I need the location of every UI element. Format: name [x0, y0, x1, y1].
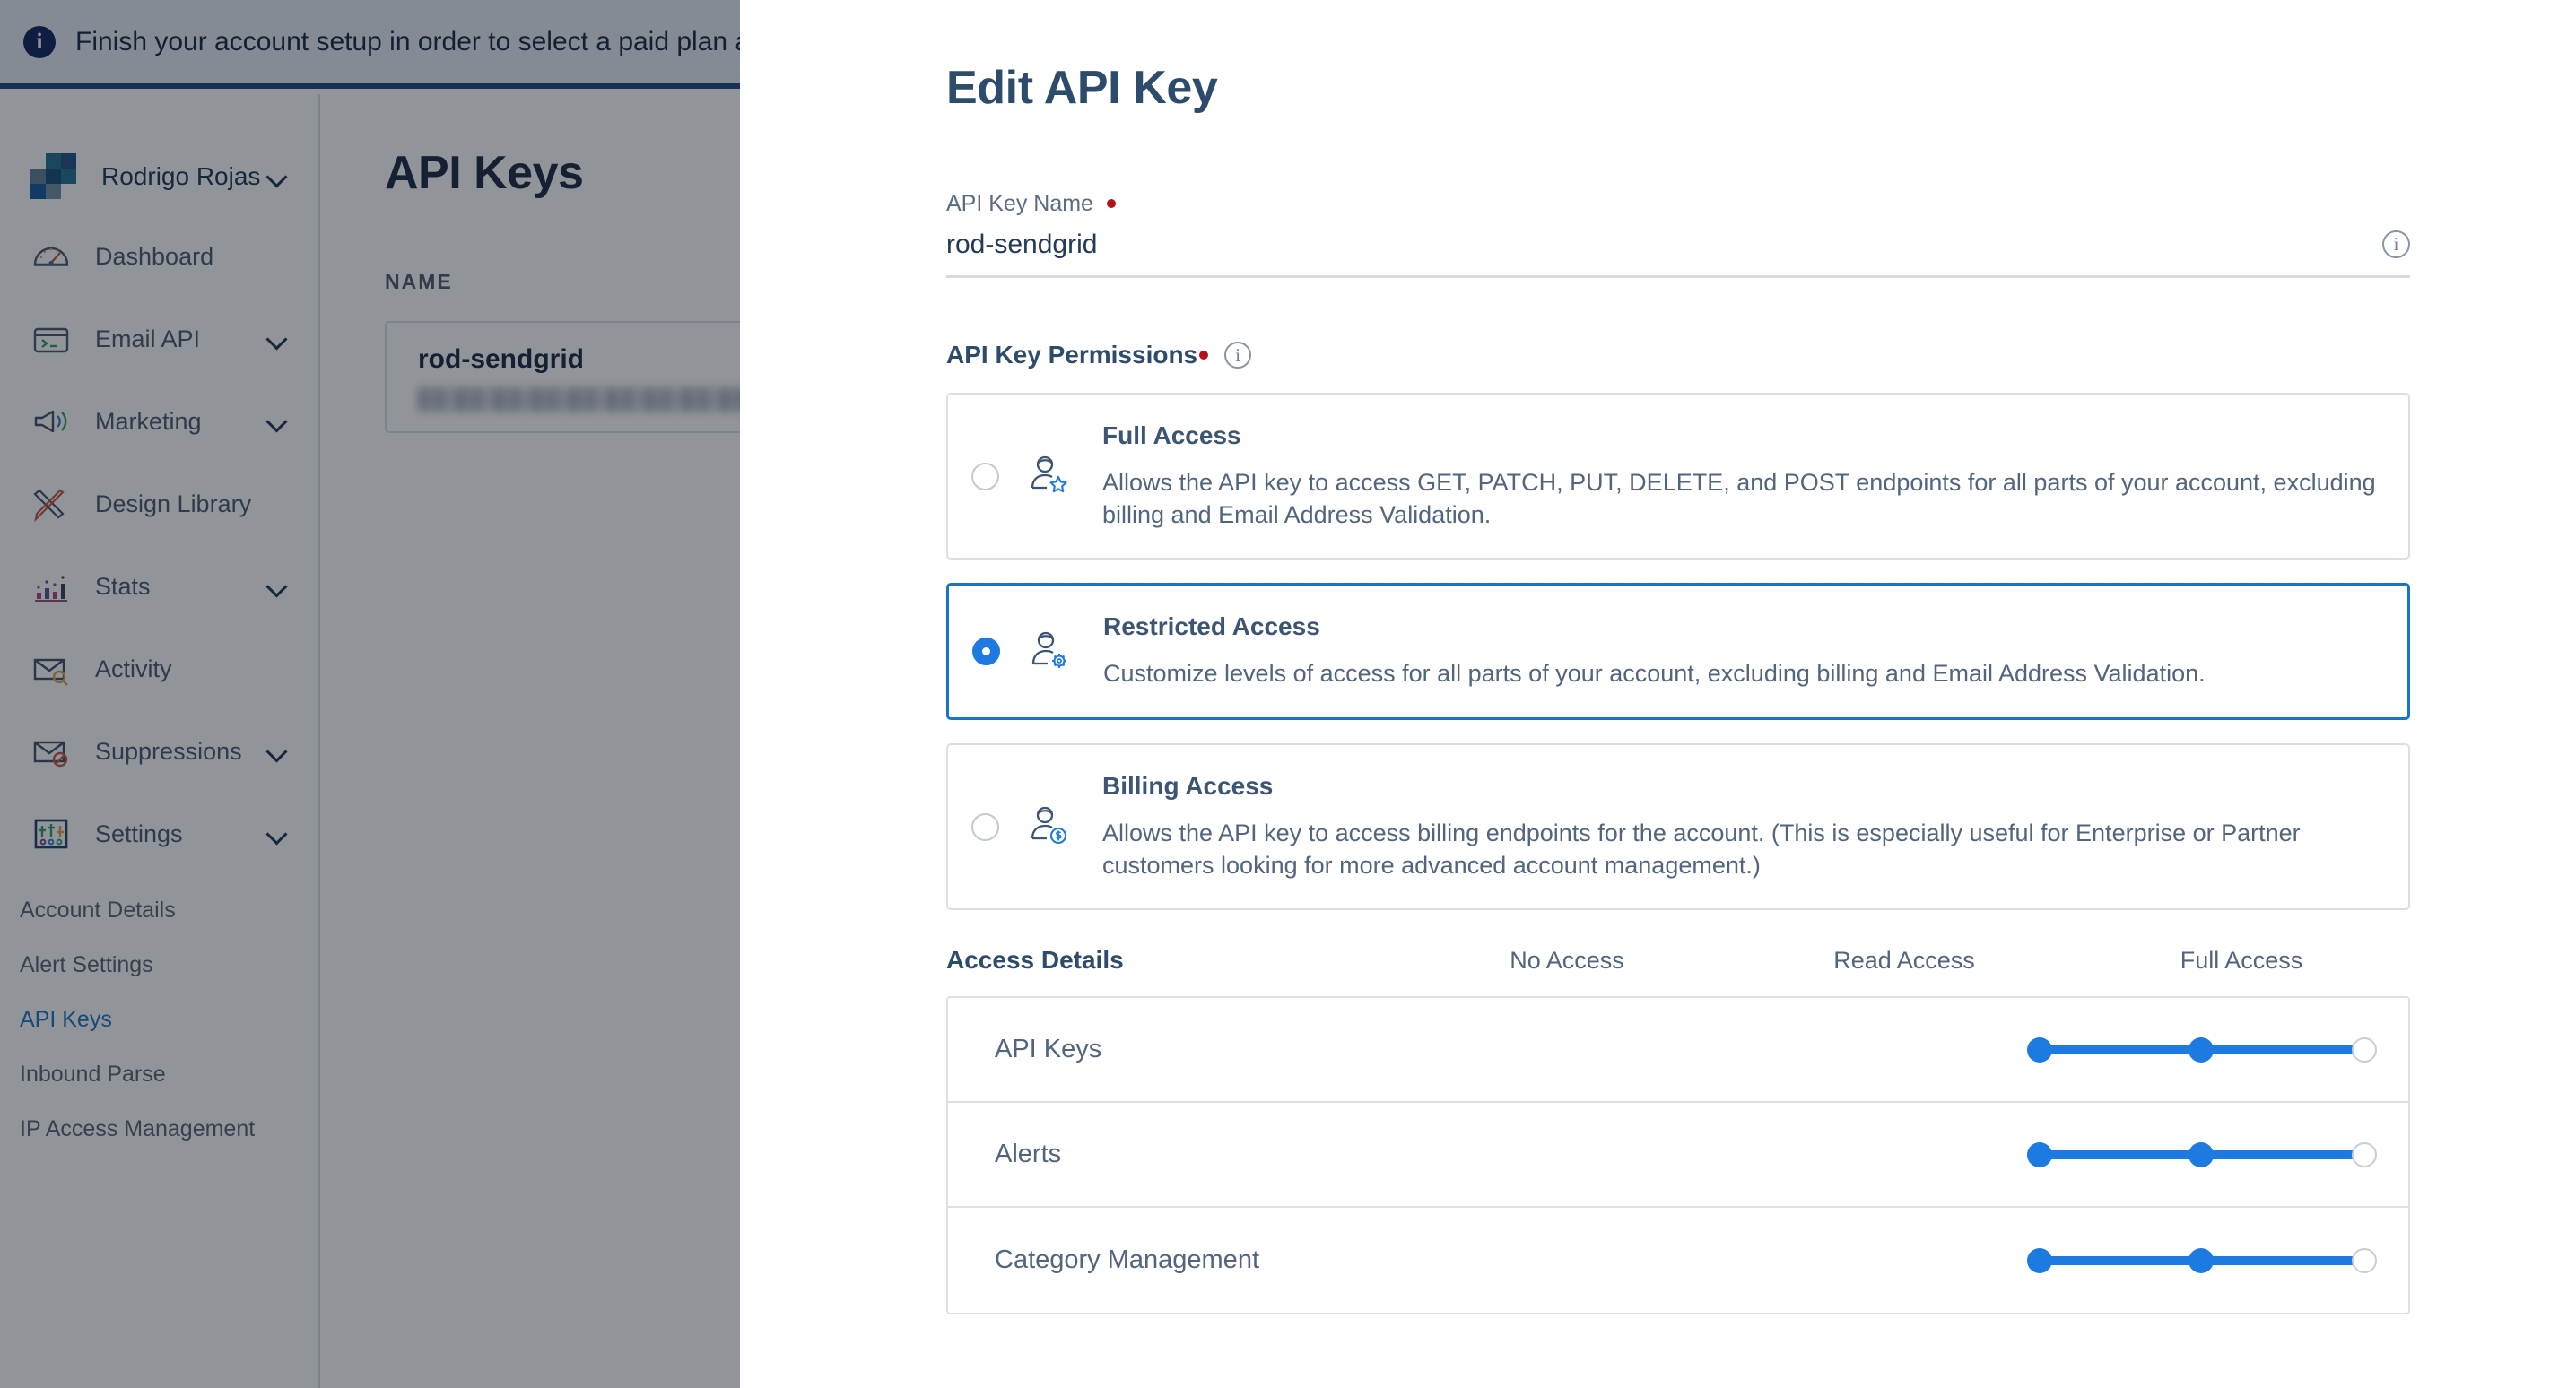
- access-slider-category-management[interactable]: [2027, 1245, 2377, 1276]
- slider-tick-full-access[interactable]: [2352, 1037, 2377, 1063]
- required-dot-icon: [1106, 199, 1116, 208]
- permission-description: Allows the API key to access GET, PATCH,…: [1102, 469, 2376, 528]
- api-key-permissions-header: API Key Permissions i: [946, 341, 2410, 369]
- slider-tick-no-access[interactable]: [2027, 1247, 2052, 1273]
- access-slider-alerts[interactable]: [2027, 1140, 2377, 1170]
- permission-title: Restricted Access: [1103, 612, 1320, 641]
- table-row[interactable]: Category Management: [948, 1208, 2408, 1313]
- person-dollar-icon: [1024, 802, 1073, 851]
- slider-tick-full-access[interactable]: [2352, 1141, 2377, 1167]
- api-key-name-field-group: API Key Name rod-sendgrid i: [946, 191, 2410, 278]
- permission-option-full-access[interactable]: Full Access Allows the API key to access…: [946, 393, 2410, 560]
- table-row[interactable]: Alerts: [948, 1103, 2408, 1209]
- permission-title: Full Access: [1102, 421, 1241, 449]
- access-slider-api-keys[interactable]: [2027, 1035, 2377, 1065]
- column-read-access: Read Access: [1833, 947, 1975, 975]
- modal-title: Edit API Key: [946, 62, 1218, 114]
- api-key-name-label: API Key Name: [946, 191, 2410, 217]
- slider-tick-no-access[interactable]: [2027, 1037, 2052, 1063]
- api-key-name-input[interactable]: rod-sendgrid: [946, 230, 2410, 278]
- edit-api-key-modal: Edit API Key API Key Name rod-sendgrid i…: [740, 0, 2576, 1388]
- permission-text-restricted-access: Restricted Access Customize levels of ac…: [1103, 612, 2206, 690]
- modal-backdrop[interactable]: [0, 0, 740, 1388]
- slider-tick-full-access[interactable]: [2352, 1247, 2377, 1273]
- access-details-table: API Keys Alerts Category Management: [946, 996, 2410, 1315]
- person-gear-icon: [1025, 628, 1074, 676]
- permission-description: Customize levels of access for all parts…: [1103, 660, 2206, 688]
- access-details-columns: No Access Read Access Full Access: [1398, 947, 2410, 975]
- slider-thumb-read-access[interactable]: [2189, 1037, 2214, 1063]
- table-row[interactable]: API Keys: [948, 998, 2408, 1104]
- info-icon[interactable]: i: [2382, 230, 2410, 258]
- access-details-header: Access Details No Access Read Access Ful…: [946, 946, 2410, 975]
- column-no-access: No Access: [1510, 947, 1624, 975]
- permissions-label: API Key Permissions: [946, 341, 1198, 369]
- access-details-title: Access Details: [946, 946, 1124, 975]
- access-row-label: Category Management: [995, 1245, 1259, 1275]
- column-full-access: Full Access: [2180, 947, 2303, 975]
- slider-tick-no-access[interactable]: [2027, 1141, 2052, 1167]
- access-row-label: Alerts: [995, 1140, 1062, 1169]
- label-text: API Key Name: [946, 191, 1093, 216]
- permission-text-full-access: Full Access Allows the API key to access…: [1102, 421, 2378, 531]
- radio-full-access[interactable]: [971, 462, 999, 490]
- radio-restricted-access[interactable]: [972, 638, 1000, 666]
- permission-text-billing-access: Billing Access Allows the API key to acc…: [1102, 772, 2378, 881]
- person-star-icon: [1024, 452, 1073, 500]
- required-dot-icon: [1199, 351, 1209, 360]
- access-row-label: API Keys: [995, 1035, 1102, 1064]
- info-icon[interactable]: i: [1224, 342, 1252, 369]
- permission-option-billing-access[interactable]: Billing Access Allows the API key to acc…: [946, 742, 2410, 911]
- slider-thumb-read-access[interactable]: [2189, 1247, 2214, 1273]
- slider-thumb-read-access[interactable]: [2189, 1141, 2214, 1167]
- permission-title: Billing Access: [1102, 771, 1274, 800]
- radio-billing-access[interactable]: [971, 812, 999, 841]
- permission-description: Allows the API key to access billing end…: [1102, 819, 2301, 879]
- permission-option-restricted-access[interactable]: Restricted Access Customize levels of ac…: [946, 583, 2410, 720]
